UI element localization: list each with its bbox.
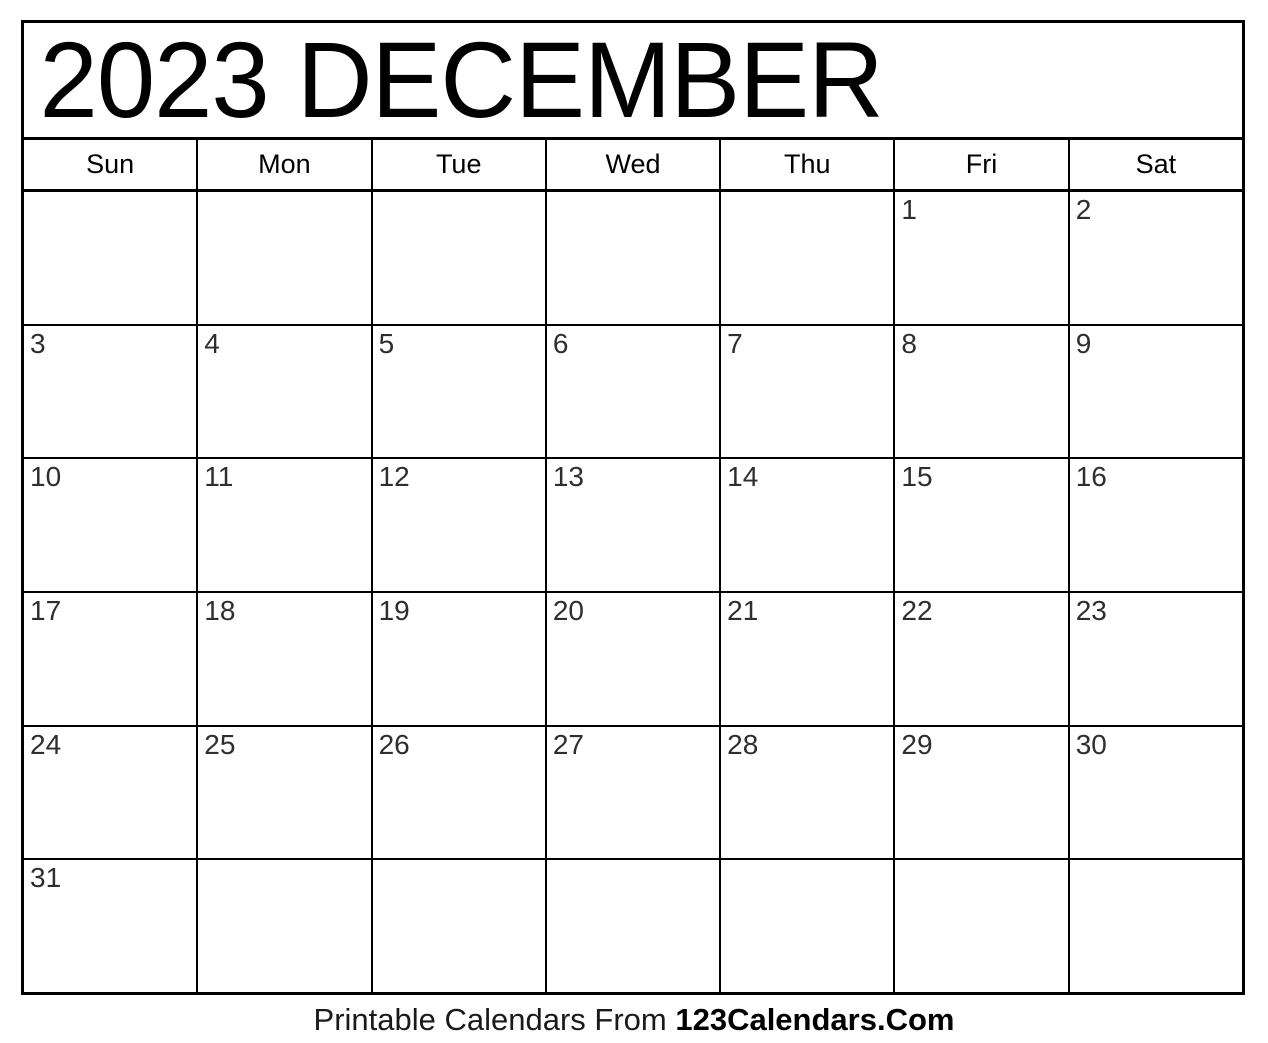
calendar-title-band: 2023 DECEMBER: [24, 23, 1242, 140]
footer-text: Printable Calendars From: [313, 1002, 676, 1037]
day-cell[interactable]: 28: [721, 726, 896, 859]
day-number: 15: [901, 461, 933, 493]
day-number: 13: [552, 461, 584, 493]
day-cell-empty: [546, 192, 722, 324]
day-cell[interactable]: 22: [895, 593, 1070, 725]
day-cell[interactable]: 10: [24, 459, 199, 592]
day-number: 29: [901, 728, 933, 760]
day-number: 11: [204, 461, 234, 493]
week-row: 17 18 19 20 21 22 23: [24, 593, 1242, 727]
day-cell[interactable]: 21: [721, 593, 896, 725]
weekday-header-row: Sun Mon Tue Wed Thu Fri Sat: [24, 140, 1242, 192]
day-cell-empty: [721, 860, 896, 993]
footer: Printable Calendars From 123Calendars.Co…: [0, 1000, 1268, 1040]
day-cell[interactable]: 7: [721, 325, 896, 458]
day-cell[interactable]: 19: [372, 593, 547, 725]
day-cell[interactable]: 20: [546, 593, 722, 725]
weekday-header-wed: Wed: [547, 140, 722, 189]
weekday-header-tue: Tue: [373, 140, 547, 189]
day-number: 14: [727, 461, 759, 493]
day-number: 24: [30, 728, 62, 760]
day-cell-empty: [372, 860, 547, 993]
week-row: 10 11 12 13 14 15 16: [24, 459, 1242, 594]
week-row: 12: [24, 192, 1242, 326]
day-number: 3: [30, 327, 46, 359]
day-number: 19: [378, 595, 410, 627]
day-cell[interactable]: 18: [198, 593, 373, 725]
day-cell-empty: [895, 860, 1070, 993]
day-number: 12: [378, 461, 410, 493]
day-cell[interactable]: 27: [546, 726, 722, 859]
day-number: 16: [1075, 461, 1107, 493]
day-cell-empty: [721, 192, 896, 324]
weekday-header-fri: Fri: [895, 140, 1070, 189]
day-cell[interactable]: 25: [198, 726, 373, 859]
day-cell[interactable]: 17: [24, 593, 199, 725]
day-cell[interactable]: 2: [1069, 192, 1242, 324]
day-number: 6: [552, 327, 569, 359]
day-number: 21: [727, 595, 759, 627]
day-cell[interactable]: 6: [546, 325, 722, 458]
weekday-header-sun: Sun: [24, 140, 199, 189]
day-number: 31: [30, 862, 62, 894]
day-number: 27: [552, 728, 584, 760]
day-cell[interactable]: 31: [24, 860, 199, 993]
weekday-header-mon: Mon: [198, 140, 373, 189]
day-cell[interactable]: 30: [1069, 726, 1242, 859]
day-cell[interactable]: 14: [721, 459, 896, 592]
weekday-header-sat: Sat: [1135, 149, 1177, 179]
day-number: 10: [30, 461, 62, 493]
day-cell-empty: [372, 192, 547, 324]
footer-brand-link[interactable]: 123Calendars.Com: [675, 1002, 954, 1037]
day-cell[interactable]: 3: [24, 325, 199, 458]
week-row: 3 4 5 6 7 8 9: [24, 325, 1242, 460]
day-cell[interactable]: 5: [372, 325, 547, 458]
day-cell[interactable]: 23: [1069, 593, 1242, 725]
day-cell-empty: [198, 860, 373, 993]
day-number: 30: [1075, 728, 1107, 760]
day-number: 25: [204, 728, 236, 760]
day-cell[interactable]: 1: [895, 192, 1070, 324]
day-number: 17: [30, 595, 62, 627]
day-cell-empty: [1069, 860, 1242, 993]
day-cell[interactable]: 8: [895, 325, 1070, 458]
day-cell[interactable]: 9: [1069, 325, 1242, 458]
day-cell[interactable]: 29: [895, 726, 1070, 859]
day-cell-empty: [24, 192, 199, 324]
day-cell[interactable]: 12: [372, 459, 547, 592]
day-number: 28: [727, 728, 759, 760]
week-row: 31: [24, 860, 1242, 993]
day-number: 4: [204, 327, 220, 359]
day-cell[interactable]: 15: [895, 459, 1070, 592]
day-number: 26: [378, 728, 410, 760]
day-cell[interactable]: 4: [198, 325, 373, 458]
calendar-frame: 2023 DECEMBER Sun Mon Tue Wed Thu Fri Sat 1234…: [21, 20, 1245, 995]
calendar-page: 2023 DECEMBER Sun Mon Tue Wed Thu Fri Sat 1234…: [0, 0, 1268, 1043]
day-number: 2: [1075, 194, 1092, 225]
day-number: 22: [901, 595, 933, 627]
day-number: 7: [727, 327, 743, 359]
week-row: 24 25 26 27 28 29 30: [24, 726, 1242, 861]
date-grid: 1 2 3 4 5 6 7 8 9 10 11 12 13 14 15 16 17 18 19 20 21 22 23 24 2…: [24, 192, 1242, 993]
page-title: 2023 DECEMBER: [39, 23, 884, 140]
day-number: 23: [1075, 595, 1107, 627]
day-cell[interactable]: 24: [24, 726, 199, 859]
day-cell-empty: [198, 192, 373, 324]
day-cell[interactable]: 16: [1069, 459, 1242, 592]
day-cell[interactable]: 11: [198, 459, 373, 592]
day-number: 18: [204, 595, 236, 627]
day-number: 20: [552, 595, 584, 627]
day-number: 8: [901, 327, 917, 359]
day-cell[interactable]: 26: [372, 726, 547, 859]
day-number: 5: [378, 327, 395, 359]
day-number: 9: [1075, 327, 1092, 359]
day-number: 1: [901, 194, 917, 225]
weekday-header-thu: Thu: [721, 140, 896, 189]
day-cell[interactable]: 13: [546, 459, 722, 592]
day-cell-empty: [546, 860, 722, 993]
